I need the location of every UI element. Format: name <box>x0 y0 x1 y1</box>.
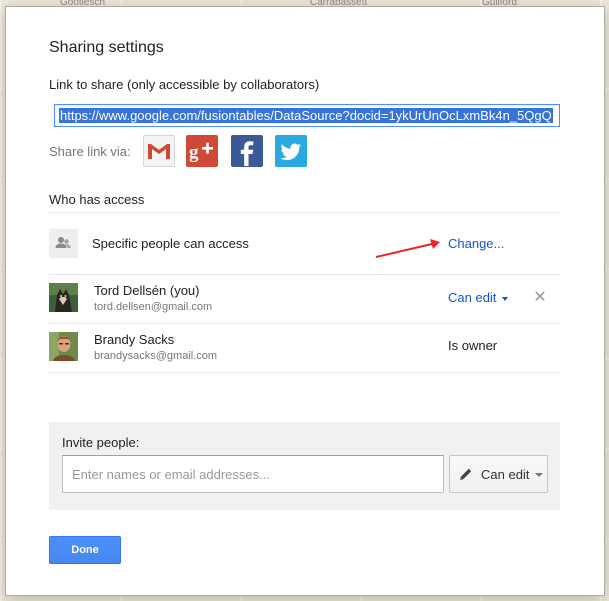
twitter-icon <box>280 143 302 161</box>
invite-panel: Invite people: Can edit <box>49 422 560 510</box>
dialog-title: Sharing settings <box>49 39 164 56</box>
svg-text:g: g <box>189 142 199 163</box>
twitter-share-button[interactable] <box>275 135 307 167</box>
owner-label: Is owner <box>448 338 498 353</box>
who-has-access-heading: Who has access <box>49 192 145 207</box>
divider <box>49 323 560 324</box>
link-label: Link to share (only accessible by collab… <box>49 77 320 92</box>
gmail-icon <box>148 144 170 159</box>
person-name: Tord Dellsén (you) <box>94 283 200 298</box>
annotation-arrow <box>375 239 440 258</box>
permission-dropdown[interactable]: Can edit <box>448 290 509 305</box>
invite-input[interactable] <box>62 455 444 493</box>
permission-label: Can edit <box>448 290 497 305</box>
google-plus-share-button[interactable]: g <box>186 135 218 167</box>
divider <box>49 274 560 275</box>
person-email: brandysacks@gmail.com <box>94 350 218 362</box>
access-setting-text: Specific people can access <box>92 236 249 251</box>
gmail-share-button[interactable] <box>143 135 175 167</box>
facebook-share-button[interactable] <box>231 135 263 167</box>
invite-permission-label: Can edit <box>481 467 530 482</box>
remove-person-button[interactable]: ✕ <box>533 290 547 306</box>
chevron-down-icon <box>502 296 509 301</box>
sharing-settings-dialog: Sharing settings Link to share (only acc… <box>5 6 605 596</box>
change-access-link[interactable]: Change... <box>448 236 504 251</box>
group-icon <box>49 229 78 258</box>
google-plus-icon: g <box>189 142 213 163</box>
divider <box>49 212 560 213</box>
invite-permission-dropdown[interactable]: Can edit <box>449 455 548 493</box>
done-button[interactable]: Done <box>49 536 121 564</box>
person-name: Brandy Sacks <box>94 332 175 347</box>
avatar <box>49 332 78 361</box>
invite-label: Invite people: <box>62 435 140 450</box>
pencil-icon <box>460 468 472 480</box>
share-link-field[interactable]: https://www.google.com/fusiontables/Data… <box>54 104 560 127</box>
share-link-url[interactable]: https://www.google.com/fusiontables/Data… <box>59 108 553 123</box>
chevron-down-icon <box>535 473 543 477</box>
divider <box>49 372 560 373</box>
avatar <box>49 283 78 312</box>
share-via-label: Share link via: <box>49 144 131 159</box>
person-email: tord.dellsen@gmail.com <box>94 301 213 313</box>
facebook-icon <box>240 141 254 166</box>
